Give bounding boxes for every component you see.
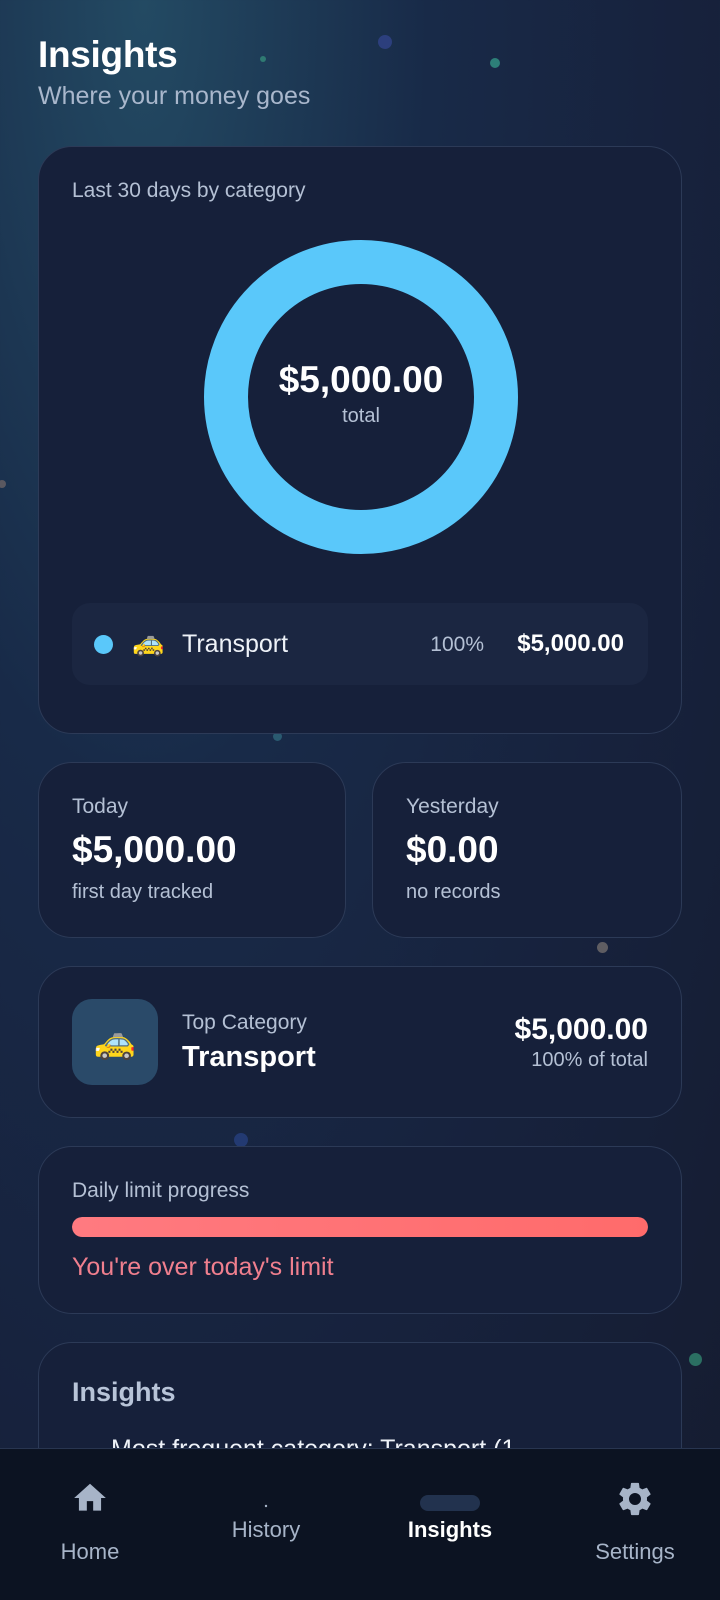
background-dot [234,1133,248,1147]
today-note: first day tracked [72,881,214,903]
top-category-icon-box: 🚕 [72,999,158,1085]
daily-limit-card: Daily limit progress You're over today's… [38,1146,682,1314]
donut-total-label: total [342,405,380,427]
today-label: Today [72,795,129,818]
page-title: Insights [38,34,178,75]
legend-color-dot [94,635,113,654]
today-card: Today $5,000.00 first day tracked [38,762,346,938]
legend-item-transport[interactable]: 🚕 Transport 100% $5,000.00 [72,603,648,685]
top-category-name: Transport [182,1041,316,1073]
legend-category-name: Transport [182,630,289,658]
nav-label-home: Home [60,1539,120,1564]
yesterday-card: Yesterday $0.00 no records [372,762,682,938]
insights-card-title: Insights [72,1377,176,1407]
legend-amount: $5,000.00 [517,630,624,657]
taxi-icon: 🚕 [132,627,165,657]
daily-limit-label: Daily limit progress [72,1179,250,1202]
home-icon [0,1479,180,1522]
daily-limit-progress-track [72,1217,648,1237]
legend-percent: 100% [430,633,484,656]
daily-limit-warning: You're over today's limit [72,1253,334,1281]
history-icon [176,1495,356,1513]
nav-item-home[interactable]: Home [0,1449,180,1600]
category-breakdown-card: Last 30 days by category $5,000.00 total… [38,146,682,734]
page-header: Insights Where your money goes [38,34,310,111]
nav-item-settings[interactable]: Settings [545,1449,720,1600]
nav-item-insights[interactable]: Insights [360,1449,540,1600]
yesterday-note: no records [406,881,501,903]
top-category-amount: $5,000.00 [514,1013,648,1046]
nav-label-history: History [231,1517,301,1542]
yesterday-label: Yesterday [406,795,499,818]
background-dot [597,942,608,953]
background-dot [378,35,392,49]
background-dot [490,58,500,68]
background-dot [689,1353,702,1366]
taxi-icon: 🚕 [93,1023,137,1061]
top-category-percent: 100% of total [531,1049,648,1071]
donut-center: $5,000.00 total [203,239,519,555]
today-value: $5,000.00 [72,829,237,870]
top-category-card: 🚕 Top Category Transport $5,000.00 100% … [38,966,682,1118]
yesterday-value: $0.00 [406,829,499,870]
bottom-navigation: Home History Insights Settings [0,1448,720,1600]
donut-total-amount: $5,000.00 [278,359,444,400]
daily-limit-progress-fill [72,1217,648,1237]
gear-icon [545,1479,720,1524]
top-category-label: Top Category [182,1011,307,1034]
category-card-label: Last 30 days by category [72,179,306,202]
insights-icon [420,1495,480,1511]
background-dot [0,480,6,488]
category-donut-chart: $5,000.00 total [203,239,519,555]
page-subtitle: Where your money goes [38,82,311,110]
nav-item-history[interactable]: History [176,1449,356,1600]
nav-label-insights: Insights [407,1517,493,1542]
nav-label-settings: Settings [595,1539,675,1564]
